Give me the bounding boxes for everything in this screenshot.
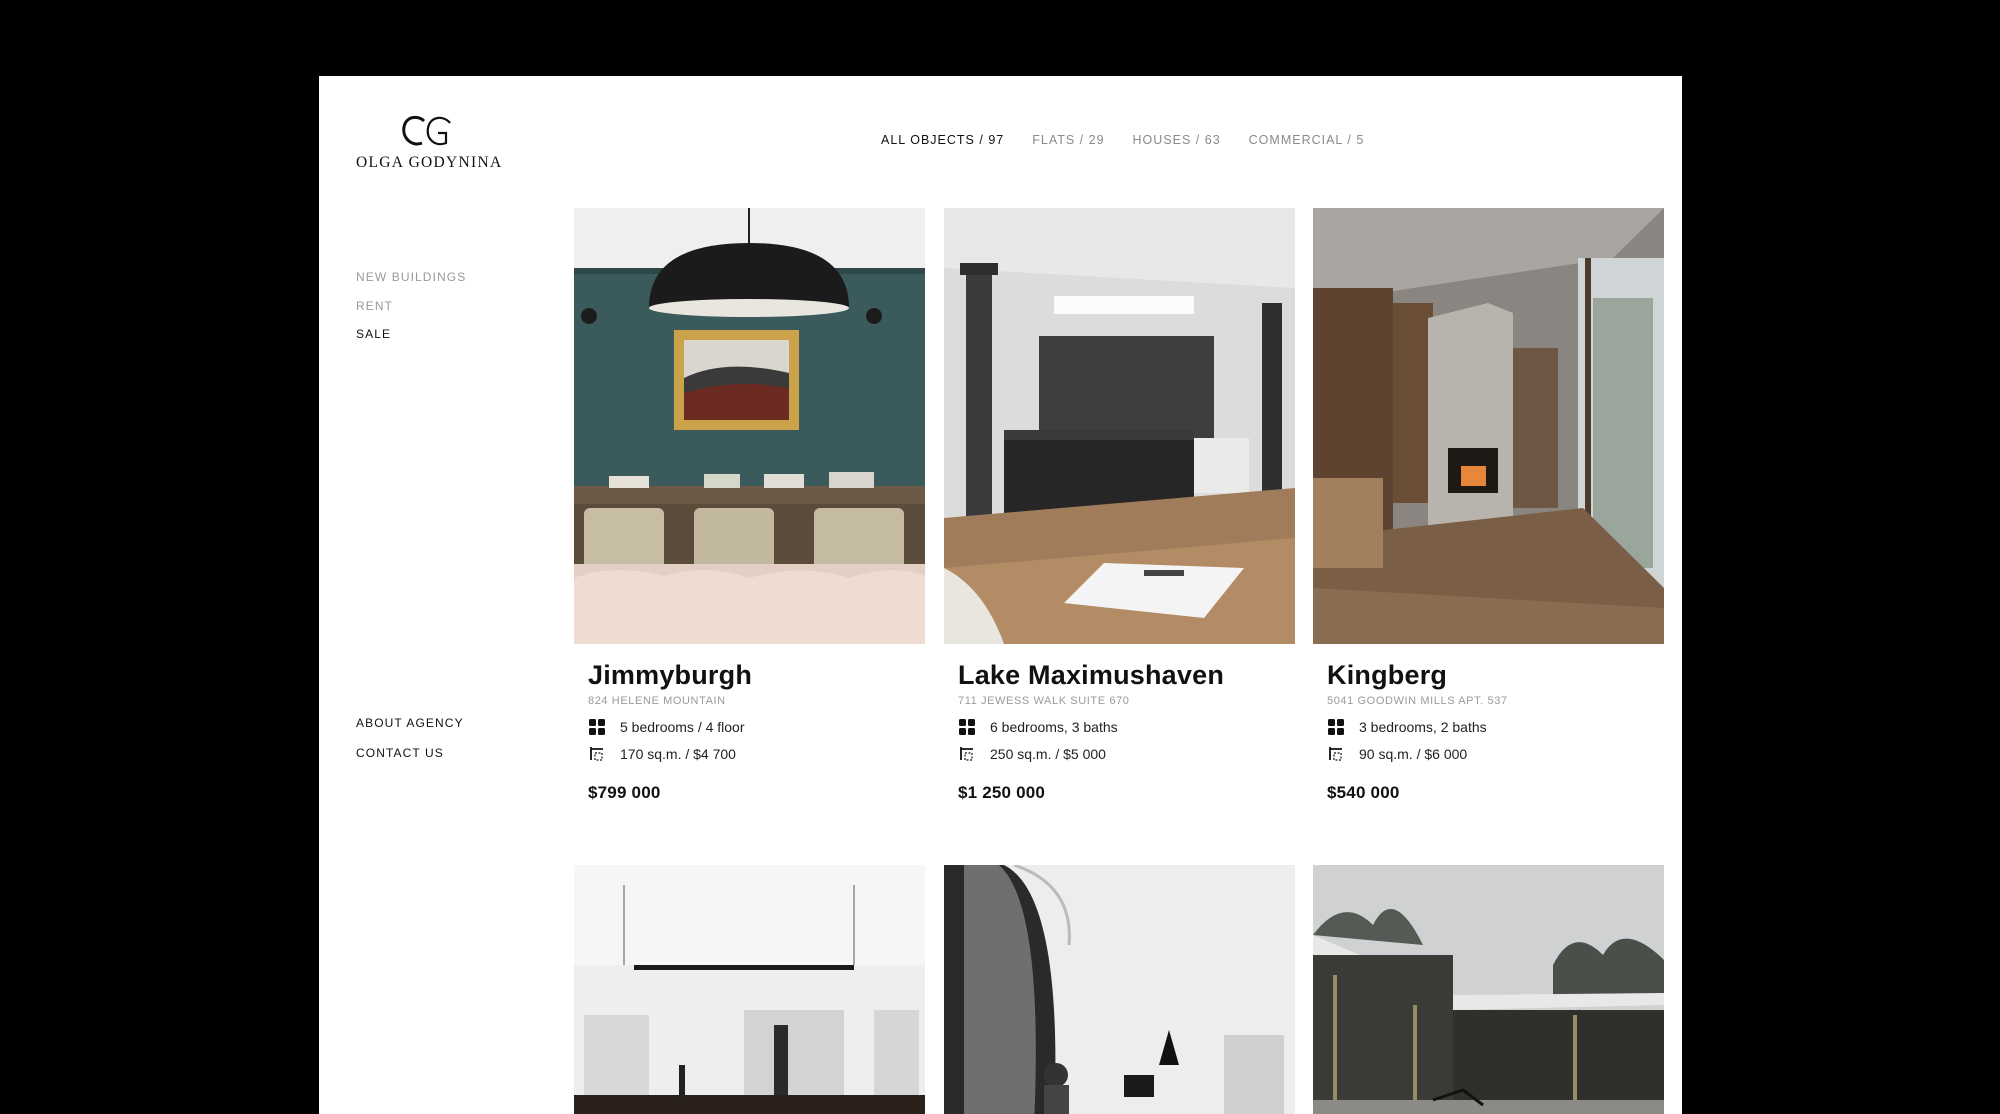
listing-card[interactable] (1313, 865, 1664, 1114)
listing-card[interactable] (944, 865, 1295, 1114)
page: OLGA GODYNINA ALL OBJECTS / 97 FLATS / 2… (319, 76, 1682, 1114)
listing-title[interactable]: Jimmyburgh (588, 660, 925, 691)
nav-contact-us[interactable]: CONTACT US (356, 738, 464, 768)
area-icon (1329, 747, 1342, 761)
courtyard-pool-photo[interactable] (1313, 865, 1664, 1114)
listing-rooms-text: 3 bedrooms, 2 baths (1359, 719, 1487, 735)
nav-rent[interactable]: RENT (356, 292, 466, 321)
brand-logo[interactable]: OLGA GODYNINA (356, 113, 516, 172)
concrete-fireplace-photo[interactable] (1313, 208, 1664, 644)
listing-address: 711 JEWESS WALK SUITE 670 (958, 695, 1130, 707)
filter-flats[interactable]: FLATS / 29 (1032, 133, 1104, 147)
filter-commercial[interactable]: COMMERCIAL / 5 (1249, 133, 1365, 147)
listing-area-text: 90 sq.m. / $6 000 (1359, 746, 1468, 762)
grid-icon (1328, 719, 1344, 735)
listing-info: Lake Maximushaven 711 JEWESS WALK SUITE … (944, 644, 1295, 803)
listing-card[interactable] (574, 865, 925, 1114)
filter-all-objects[interactable]: ALL OBJECTS / 97 (881, 133, 1004, 147)
filter-houses[interactable]: HOUSES / 63 (1133, 133, 1221, 147)
filter-tabs: ALL OBJECTS / 97 FLATS / 29 HOUSES / 63 … (881, 133, 1364, 147)
listing-area-text: 170 sq.m. / $4 700 (620, 746, 736, 762)
listing-rooms: 5 bedrooms / 4 floor (588, 718, 925, 736)
white-kitchen-photo[interactable] (574, 865, 925, 1114)
listing-area-text: 250 sq.m. / $5 000 (990, 746, 1106, 762)
listing-rooms-text: 6 bedrooms, 3 baths (990, 719, 1118, 735)
curved-interior-photo[interactable] (944, 865, 1295, 1114)
nav-sale[interactable]: SALE (356, 320, 466, 349)
listing-area: 250 sq.m. / $5 000 (958, 745, 1295, 763)
listing-title[interactable]: Kingberg (1327, 660, 1664, 691)
listing-title[interactable]: Lake Maximushaven (958, 660, 1295, 691)
listing-rooms: 3 bedrooms, 2 baths (1327, 718, 1664, 736)
listing-price: $540 000 (1327, 783, 1400, 802)
nav-new-buildings[interactable]: NEW BUILDINGS (356, 263, 466, 292)
listing-price: $799 000 (588, 783, 661, 802)
listing-area: 90 sq.m. / $6 000 (1327, 745, 1664, 763)
listing-info: Kingberg 5041 GOODWIN MILLS APT. 537 3 b… (1313, 644, 1664, 803)
listing-price: $1 250 000 (958, 783, 1046, 802)
agency-nav: ABOUT AGENCY CONTACT US (356, 708, 464, 768)
listing-rooms: 6 bedrooms, 3 baths (958, 718, 1295, 736)
loft-kitchen-photo[interactable] (944, 208, 1295, 644)
category-nav: NEW BUILDINGS RENT SALE (356, 263, 466, 349)
listing-address: 824 HELENE MOUNTAIN (588, 695, 726, 707)
listing-area: 170 sq.m. / $4 700 (588, 745, 925, 763)
grid-icon (959, 719, 975, 735)
listing-card[interactable]: Lake Maximushaven 711 JEWESS WALK SUITE … (944, 208, 1295, 803)
area-icon (960, 747, 973, 761)
listing-address: 5041 GOODWIN MILLS APT. 537 (1327, 695, 1508, 707)
listing-info: Jimmyburgh 824 HELENE MOUNTAIN 5 bedroom… (574, 644, 925, 803)
listing-card[interactable]: Jimmyburgh 824 HELENE MOUNTAIN 5 bedroom… (574, 208, 925, 803)
area-icon (590, 747, 603, 761)
brand-name: OLGA GODYNINA (356, 154, 503, 171)
nav-about-agency[interactable]: ABOUT AGENCY (356, 708, 464, 738)
listing-rooms-text: 5 bedrooms / 4 floor (620, 719, 745, 735)
monogram-icon (402, 115, 451, 146)
grid-icon (589, 719, 605, 735)
dining-room-photo[interactable] (574, 208, 925, 644)
listing-card[interactable]: Kingberg 5041 GOODWIN MILLS APT. 537 3 b… (1313, 208, 1664, 803)
